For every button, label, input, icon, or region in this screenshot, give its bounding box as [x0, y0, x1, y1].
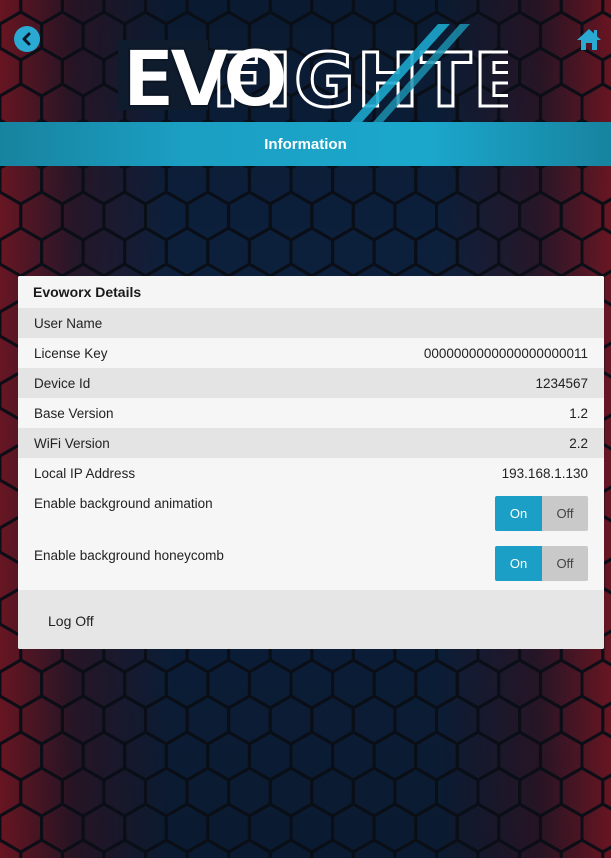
- page-title-bar: Information: [0, 122, 611, 166]
- page-title: Information: [264, 135, 347, 153]
- honeycomb-cell: [144, 0, 189, 26]
- detail-label: License Key: [34, 345, 108, 361]
- detail-label: Device Id: [34, 375, 91, 391]
- detail-row-base-version: Base Version 1.2: [18, 398, 604, 428]
- detail-label: Local IP Address: [34, 465, 136, 481]
- honeycomb-cell: [310, 0, 355, 26]
- detail-row-local-ip: Local IP Address 193.168.1.130: [18, 458, 604, 488]
- panel-title: Evoworx Details: [18, 276, 604, 308]
- honeycomb-cell: [559, 838, 605, 858]
- honeycomb-cell: [102, 0, 147, 26]
- honeycomb-cell: [393, 838, 438, 858]
- honeycomb-cell: [518, 838, 563, 858]
- detail-row-wifi-version: WiFi Version 2.2: [18, 428, 604, 458]
- honeycomb-cell: [144, 838, 189, 858]
- detail-value: 0000000000000000000011: [423, 345, 588, 361]
- honeycomb-cell: [268, 0, 314, 26]
- detail-value: 1.2: [569, 405, 588, 421]
- honeycomb-cell: [185, 0, 231, 26]
- detail-row-license-key: License Key 0000000000000000000011: [18, 338, 604, 368]
- honeycomb-cell: [580, 658, 611, 710]
- detail-label: User Name: [34, 315, 103, 331]
- honeycomb-cell: [0, 0, 23, 26]
- toggle-on-option[interactable]: On: [495, 496, 542, 531]
- detail-label: WiFi Version: [34, 435, 110, 451]
- toggle-off-option[interactable]: Off: [542, 546, 588, 581]
- home-button[interactable]: [575, 26, 603, 52]
- honeycomb-cell: [227, 0, 272, 26]
- setting-label: Enable background honeycomb: [34, 548, 224, 563]
- honeycomb-cell: [580, 226, 611, 278]
- honeycomb-cell: [580, 802, 611, 854]
- detail-row-user-name: User Name: [18, 308, 604, 338]
- honeycomb-cell: [559, 0, 605, 26]
- detail-value: 193.168.1.130: [501, 465, 588, 481]
- honeycomb-cell: [60, 838, 106, 858]
- back-button[interactable]: [14, 26, 40, 52]
- honeycomb-cell: [351, 0, 397, 26]
- log-off-label: Log Off: [48, 612, 94, 629]
- background-honeycomb-toggle[interactable]: On Off: [495, 546, 588, 581]
- honeycomb-cell: [601, 845, 611, 858]
- honeycomb-cell: [435, 0, 480, 26]
- honeycomb-cell: [185, 838, 231, 858]
- honeycomb-cell: [0, 838, 23, 858]
- honeycomb-cell: [476, 0, 522, 26]
- toggle-on-option[interactable]: On: [495, 546, 542, 581]
- honeycomb-cell: [580, 730, 611, 782]
- detail-value: 2.2: [569, 435, 588, 451]
- log-off-button[interactable]: Log Off: [18, 590, 604, 649]
- evofighter-logo: EVO FIGHTER: [118, 24, 508, 130]
- honeycomb-cell: [19, 0, 64, 26]
- background-animation-setting: Enable background animation On Off: [18, 488, 604, 540]
- honeycomb-cell: [102, 838, 147, 858]
- detail-row-device-id: Device Id 1234567: [18, 368, 604, 398]
- honeycomb-cell: [60, 0, 106, 26]
- setting-label: Enable background animation: [34, 496, 213, 511]
- toggle-off-option[interactable]: Off: [542, 496, 588, 531]
- honeycomb-cell: [476, 838, 522, 858]
- chevron-left-icon: [22, 32, 31, 46]
- honeycomb-cell: [518, 0, 563, 26]
- honeycomb-cell: [351, 838, 397, 858]
- detail-label: Base Version: [34, 405, 114, 421]
- honeycomb-cell: [435, 838, 480, 858]
- background-honeycomb-setting: Enable background honeycomb On Off: [18, 540, 604, 590]
- honeycomb-cell: [393, 0, 438, 26]
- background-animation-toggle[interactable]: On Off: [495, 496, 588, 531]
- honeycomb-cell: [19, 838, 64, 858]
- honeycomb-cell: [268, 838, 314, 858]
- honeycomb-cell: [227, 838, 272, 858]
- home-icon: [577, 29, 601, 50]
- detail-value: 1234567: [535, 375, 588, 391]
- honeycomb-cell: [310, 838, 355, 858]
- evoworx-details-panel: Evoworx Details User Name License Key 00…: [18, 276, 604, 649]
